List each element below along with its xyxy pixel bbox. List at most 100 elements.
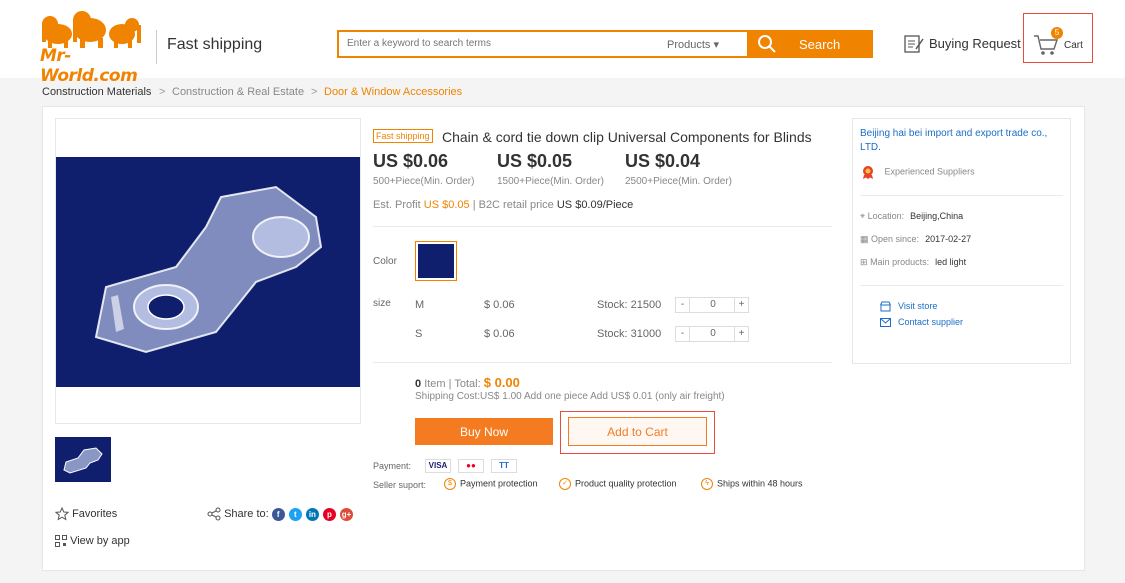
- fast-shipping-tag: Fast shipping: [373, 129, 433, 143]
- supplier-main-products-row: ⊞ Main products: led light: [860, 257, 966, 268]
- linkedin-icon[interactable]: in: [305, 507, 319, 521]
- mastercard-icon: ●●: [458, 459, 484, 473]
- quantity-stepper-s: - 0 +: [675, 326, 749, 342]
- product-main-image[interactable]: [55, 118, 361, 424]
- medal-icon: [863, 166, 873, 179]
- color-label: Color: [373, 256, 397, 267]
- search-category-select[interactable]: Products ▾: [667, 38, 719, 51]
- moq-tier-3: 2500+Piece(Min. Order): [625, 176, 732, 187]
- size-name-s: S: [415, 328, 423, 340]
- elephant-logo-icon: [42, 11, 141, 48]
- facebook-icon[interactable]: f: [271, 507, 285, 521]
- decrement-button[interactable]: -: [676, 327, 690, 341]
- view-by-app-label: View by app: [70, 535, 130, 547]
- quantity-input[interactable]: 0: [691, 298, 735, 312]
- quantity-input[interactable]: 0: [691, 327, 735, 341]
- total-value: $ 0.00: [483, 375, 520, 390]
- location-label: Location:: [867, 211, 905, 221]
- qr-code-icon: [55, 535, 67, 548]
- divider: [373, 362, 832, 363]
- order-total: 0 Item | Total: $ 0.00: [415, 375, 520, 390]
- item-label: Item: [424, 378, 446, 390]
- contact-supplier-link[interactable]: Contact supplier: [898, 317, 963, 327]
- supplier-badge-label: Experienced Suppliers: [884, 166, 975, 177]
- open-since-label: Open since:: [871, 234, 920, 244]
- breadcrumb-item-construction-materials[interactable]: Construction Materials: [42, 86, 151, 98]
- google-plus-icon[interactable]: g+: [340, 507, 354, 521]
- header-divider: [156, 30, 157, 64]
- share-icon: [207, 507, 221, 521]
- divider: [860, 195, 1063, 196]
- site-logo[interactable]: Mr-World.com: [40, 8, 146, 86]
- grid-icon: ⊞: [860, 257, 868, 267]
- support-label: Product quality protection: [575, 478, 677, 489]
- price-tier-2: US $0.05: [497, 151, 573, 171]
- quantity-stepper-m: - 0 +: [675, 297, 749, 313]
- product-thumbnail[interactable]: [55, 437, 111, 482]
- share-row: Share to: f t in p g+: [207, 507, 354, 521]
- buy-now-button[interactable]: Buy Now: [415, 418, 553, 445]
- moq-tier-2: 1500+Piece(Min. Order): [497, 176, 604, 187]
- profit-value: US $0.05: [423, 199, 470, 211]
- breadcrumb-separator: >: [311, 86, 318, 98]
- product-clip-image: [94, 185, 323, 354]
- supplier-location-row: ⌖ Location: Beijing,China: [860, 211, 963, 222]
- seller-support-label: Seller suport:: [373, 480, 427, 490]
- item-count: 0: [415, 378, 422, 390]
- search-button[interactable]: Search: [749, 30, 873, 58]
- support-ships-48h: ϟ Ships within 48 hours: [701, 478, 803, 490]
- payment-label: Payment:: [373, 461, 412, 471]
- view-by-app-link[interactable]: View by app: [55, 535, 130, 548]
- breadcrumb-item-door-window[interactable]: Door & Window Accessories: [324, 86, 462, 98]
- supplier-name-link[interactable]: Beijing hai bei import and export trade …: [860, 127, 1060, 155]
- open-since-value: 2017-02-27: [925, 234, 972, 244]
- support-payment-protection: $ Payment protection: [444, 478, 538, 490]
- breadcrumb-item-construction-real-estate[interactable]: Construction & Real Estate: [172, 86, 304, 98]
- location-pin-icon: ⌖: [860, 211, 866, 221]
- cart-count-badge: 5: [1051, 27, 1063, 39]
- moq-tier-1: 500+Piece(Min. Order): [373, 176, 475, 187]
- visa-icon: VISA: [425, 459, 451, 473]
- color-option-swatch: [418, 244, 454, 278]
- retail-label: | B2C retail price: [472, 199, 554, 211]
- size-name-m: M: [415, 299, 425, 311]
- add-to-cart-button[interactable]: Add to Cart: [568, 417, 707, 446]
- pinterest-icon[interactable]: p: [322, 507, 336, 521]
- search-icon: [758, 35, 776, 53]
- support-label: Payment protection: [460, 478, 538, 489]
- cart-button[interactable]: 5 Cart: [1023, 13, 1093, 63]
- buying-request-link[interactable]: Buying Request: [903, 33, 1021, 58]
- divider: [860, 285, 1063, 286]
- search-input[interactable]: [347, 38, 647, 49]
- increment-button[interactable]: +: [734, 298, 748, 312]
- main-products-value: led light: [935, 257, 967, 267]
- color-option[interactable]: [415, 241, 457, 281]
- cart-label: Cart: [1064, 40, 1083, 51]
- profit-row: Est. Profit US $0.05 | B2C retail price …: [373, 199, 633, 211]
- calendar-icon: ▦: [860, 234, 869, 244]
- thumbnail-clip-image: [63, 447, 103, 474]
- message-icon: [880, 318, 891, 327]
- increment-button[interactable]: +: [734, 327, 748, 341]
- breadcrumb-separator: >: [159, 86, 166, 98]
- buying-request-label: Buying Request: [929, 36, 1021, 51]
- lightning-icon: ϟ: [701, 478, 713, 490]
- size-price-s: $ 0.06: [484, 328, 515, 340]
- favorites-label: Favorites: [72, 507, 118, 520]
- header-slogan: Fast shipping: [167, 36, 263, 53]
- telegraphic-transfer-icon: TT: [491, 459, 517, 473]
- support-label: Ships within 48 hours: [717, 478, 803, 489]
- decrement-button[interactable]: -: [676, 298, 690, 312]
- price-tier-3: US $0.04: [625, 151, 701, 171]
- document-edit-icon: [904, 35, 924, 53]
- location-value: Beijing,China: [910, 211, 964, 221]
- product-image-background: [56, 157, 360, 387]
- twitter-icon[interactable]: t: [288, 507, 302, 521]
- favorites-button[interactable]: Favorites: [54, 506, 118, 521]
- store-icon: [880, 301, 891, 312]
- price-tier-1: US $0.06: [373, 151, 449, 171]
- shipping-cost: Shipping Cost:US$ 1.00 Add one piece Add…: [415, 391, 725, 402]
- support-quality-protection: ✓ Product quality protection: [559, 478, 677, 490]
- divider: [373, 226, 832, 227]
- visit-store-link[interactable]: Visit store: [898, 301, 937, 311]
